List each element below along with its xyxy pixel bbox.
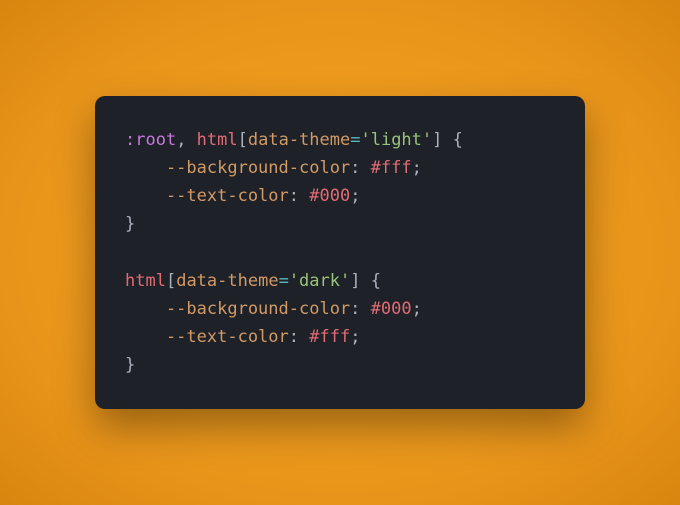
token-semi: ; — [412, 158, 422, 178]
token-bracket: [ — [166, 271, 176, 291]
token-op: = — [350, 130, 360, 150]
token-hex: #000 — [309, 186, 350, 206]
token-semi: ; — [350, 327, 360, 347]
token-op: = — [279, 271, 289, 291]
token-string: 'dark' — [289, 271, 350, 291]
code-block: :root, html[data-theme='light'] { --back… — [125, 126, 547, 378]
token-tag: html — [125, 271, 166, 291]
code-card: :root, html[data-theme='light'] { --back… — [95, 96, 585, 408]
token-brace: } — [125, 355, 135, 375]
token-bracket: ] — [350, 271, 360, 291]
token-colon: : — [289, 186, 309, 206]
token-bracket: ] — [432, 130, 442, 150]
token-attr: data-theme — [176, 271, 278, 291]
token-colon: : — [289, 327, 309, 347]
token-colon: : — [350, 299, 370, 319]
token-hex: #fff — [371, 158, 412, 178]
token-css-var: --text-color — [166, 186, 289, 206]
token-string: 'light' — [360, 130, 432, 150]
token-css-var: --background-color — [166, 158, 350, 178]
token-brace: } — [125, 214, 135, 234]
token-brace: { — [360, 271, 380, 291]
token-hex: #fff — [309, 327, 350, 347]
token-semi: ; — [412, 299, 422, 319]
token-tag: html — [197, 130, 238, 150]
token-pseudo: :root — [125, 130, 176, 150]
token-comma: , — [176, 130, 196, 150]
token-colon: : — [350, 158, 370, 178]
token-hex: #000 — [371, 299, 412, 319]
token-semi: ; — [350, 186, 360, 206]
token-attr: data-theme — [248, 130, 350, 150]
token-bracket: [ — [238, 130, 248, 150]
token-css-var: --background-color — [166, 299, 350, 319]
token-brace: { — [442, 130, 462, 150]
token-css-var: --text-color — [166, 327, 289, 347]
